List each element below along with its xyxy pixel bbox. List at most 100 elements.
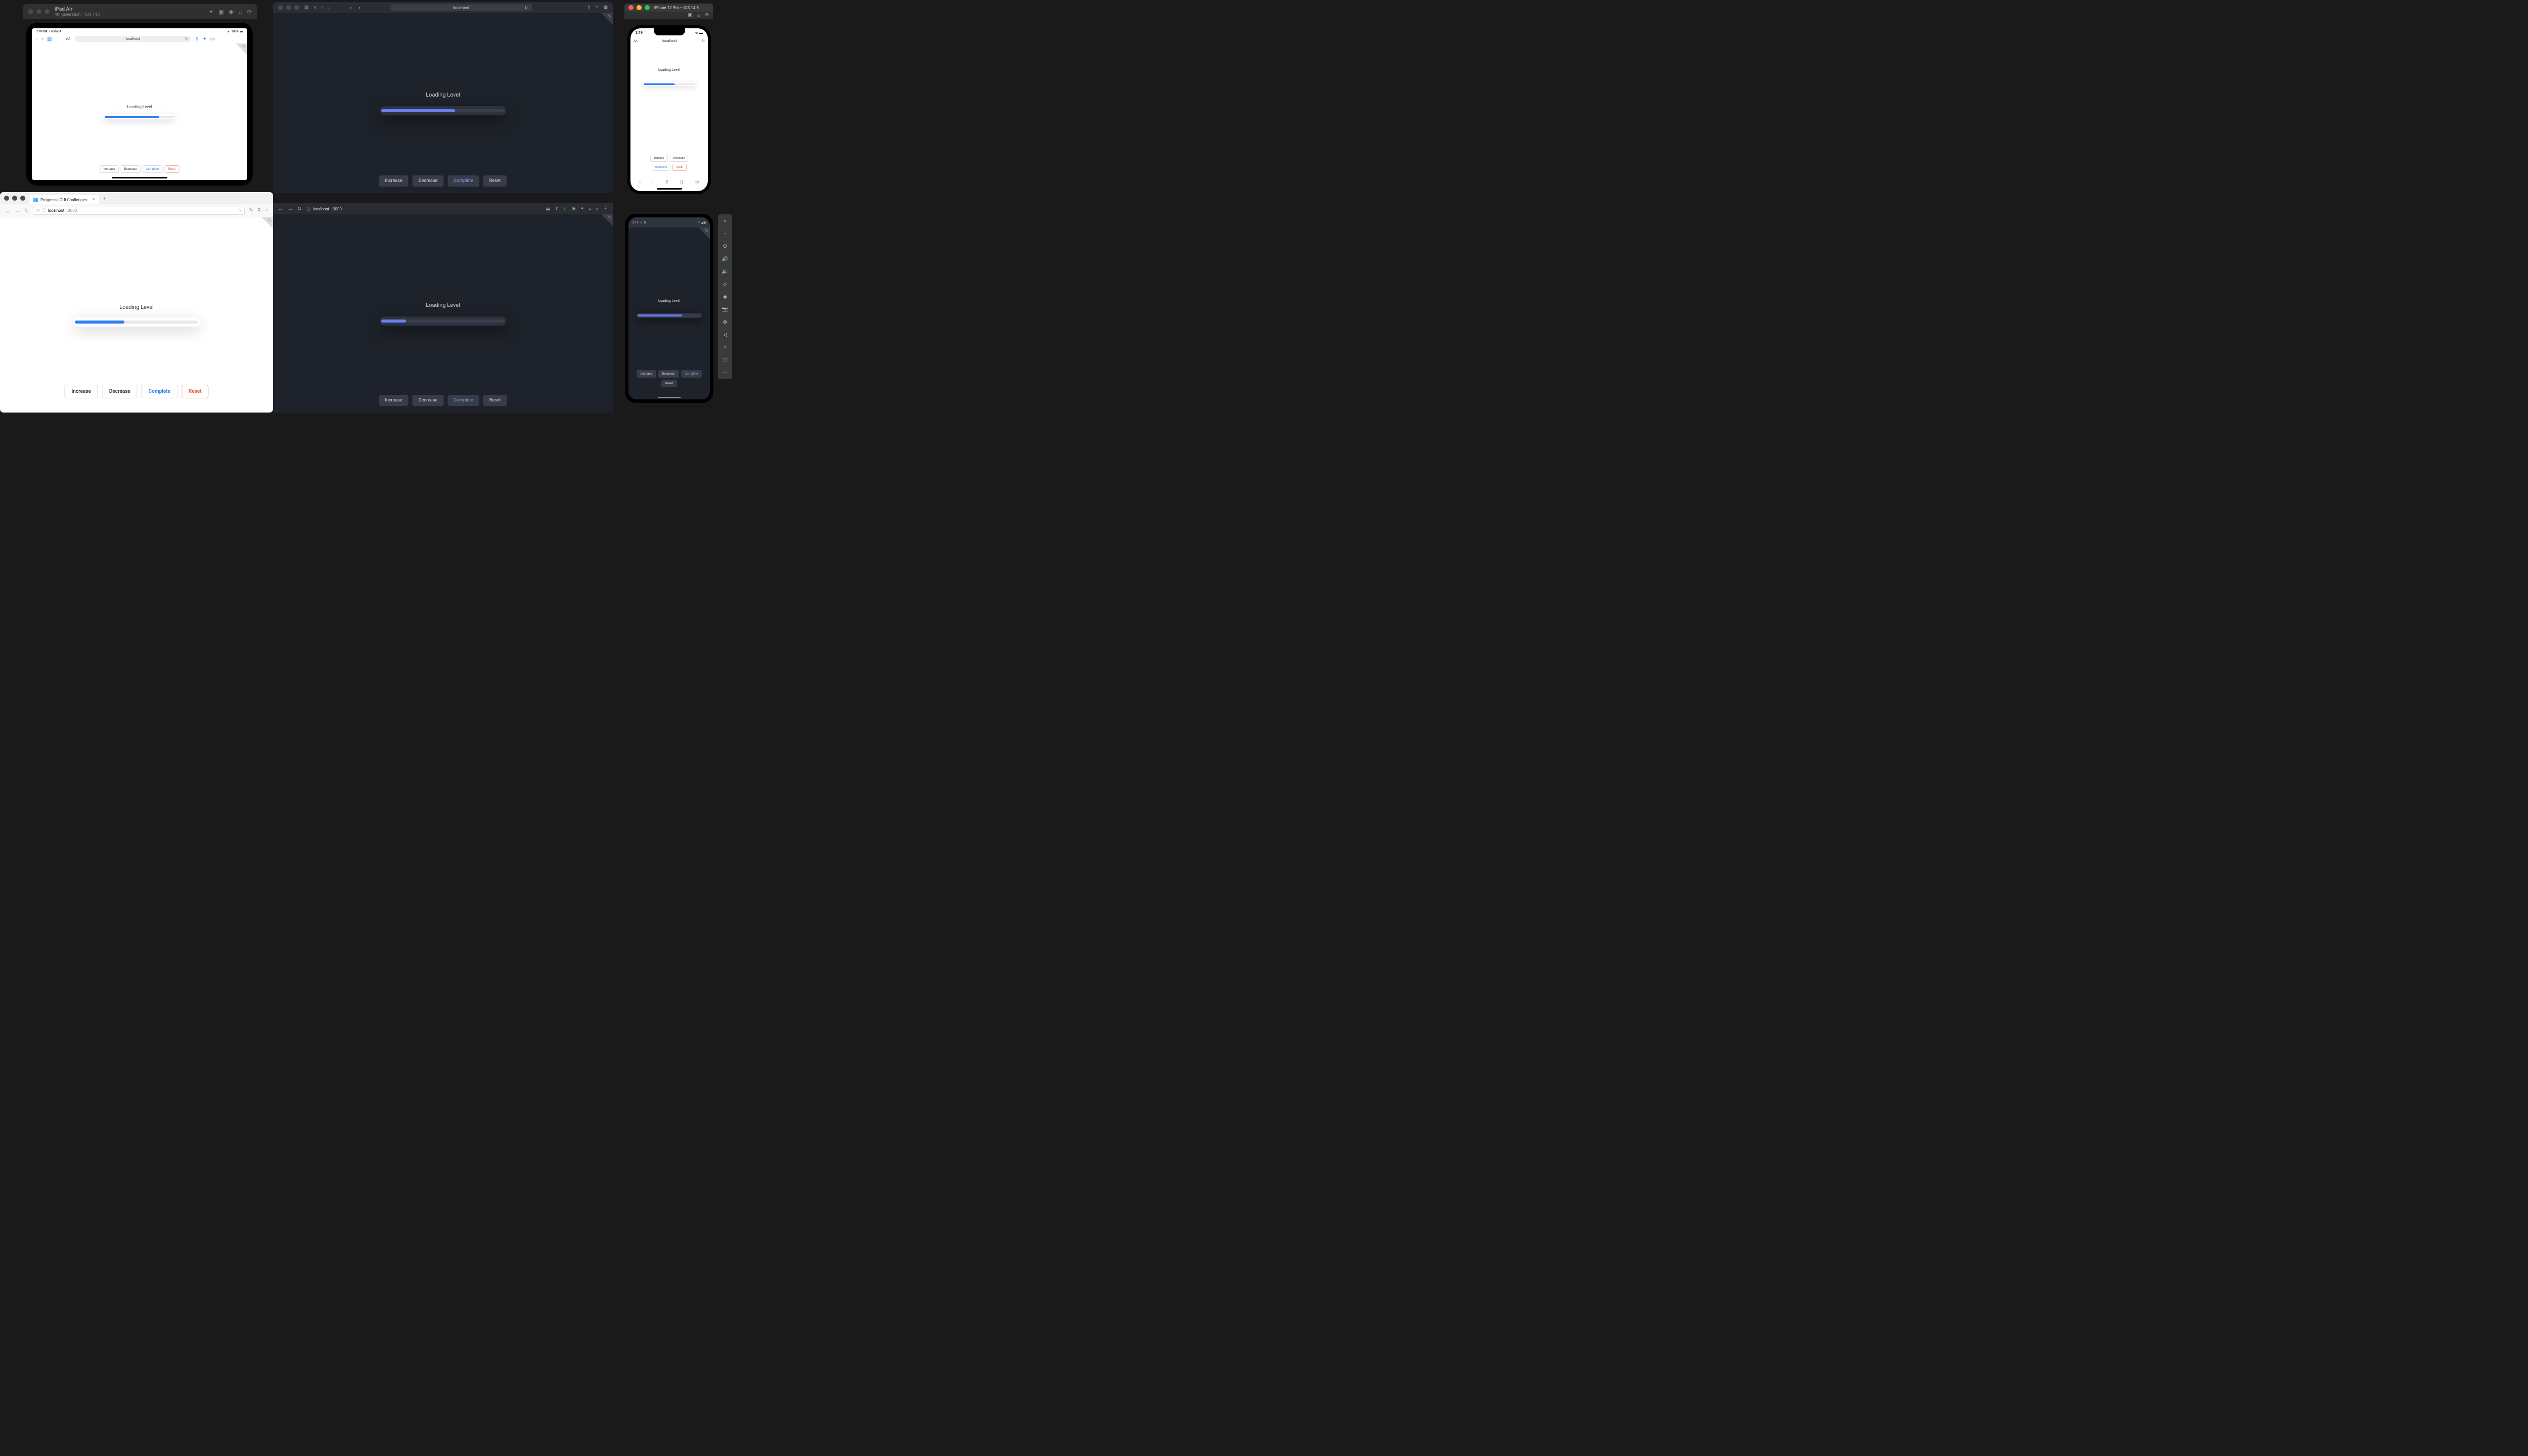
reset-button[interactable]: Reset (182, 385, 209, 398)
bookmarks-icon[interactable]: ▯ (681, 179, 684, 185)
reader-aa-icon[interactable]: AA (66, 37, 70, 41)
volume-down-icon[interactable]: 🔉 (721, 268, 729, 275)
window-traffic-lights[interactable] (628, 5, 650, 10)
reset-button[interactable]: Reset (483, 175, 507, 187)
decrease-button[interactable]: Decrease (120, 165, 140, 173)
share-icon[interactable]: ⇪ (665, 179, 669, 185)
camera-icon[interactable]: 📷 (721, 306, 729, 313)
url-field[interactable]: localhost ↻ (390, 4, 532, 11)
back-icon[interactable]: ‹ (36, 36, 37, 42)
increase-button[interactable]: Increase (637, 370, 656, 378)
power-icon[interactable]: ⏻ (721, 243, 729, 250)
screenshot-icon[interactable]: ▣ (688, 13, 693, 18)
decrease-button[interactable]: Decrease (413, 395, 443, 406)
extension-icon[interactable]: ⚲ (257, 208, 261, 213)
minimize-icon[interactable]: – (721, 230, 729, 237)
new-tab-icon[interactable]: + (103, 195, 107, 202)
back-icon[interactable]: ← (278, 206, 283, 212)
reload-icon[interactable]: ↻ (297, 206, 301, 212)
back-icon[interactable]: ‹ (322, 5, 323, 11)
complete-button[interactable]: Complete (681, 370, 702, 378)
forward-icon[interactable]: › (41, 36, 43, 42)
rotate-icon[interactable]: ⟳ (247, 9, 252, 15)
reload-icon[interactable]: ↻ (185, 37, 188, 41)
decrease-button[interactable]: Decrease (102, 385, 138, 398)
sidebar-icon[interactable]: ▥ (47, 36, 52, 42)
home-icon[interactable]: ⌂ (697, 13, 700, 18)
forward-icon[interactable]: → (15, 207, 20, 214)
sparkle-icon[interactable]: ✦ (209, 9, 213, 15)
home-indicator[interactable] (112, 177, 167, 178)
dev-corner-tag[interactable] (597, 214, 613, 231)
extension-icon[interactable]: ◉ (572, 206, 576, 211)
sidebar-icon[interactable]: ▥ (304, 5, 309, 10)
reader-aa-icon[interactable]: AA (634, 39, 638, 43)
url-text[interactable]: localhost (641, 39, 699, 43)
info-icon[interactable]: ⓘ (306, 206, 310, 212)
bookmark-star-icon[interactable]: ☆ (563, 206, 567, 211)
overview-icon[interactable]: □ (721, 356, 729, 363)
reset-button[interactable]: Reset (661, 380, 677, 387)
profile-icon[interactable]: ◐ (596, 206, 599, 212)
reset-button[interactable]: Reset (672, 164, 687, 171)
share-icon[interactable]: ⇪ (195, 36, 199, 42)
shield-icon[interactable]: ◐ (350, 5, 352, 11)
rotate-left-icon[interactable]: ◇ (721, 281, 729, 288)
url-field[interactable]: localhost ↻ (75, 36, 191, 42)
url-field[interactable]: ⛨ 🗋 localhost:3000 ☆ (33, 207, 245, 215)
privacy-icon[interactable]: ◑ (357, 5, 360, 11)
home-icon[interactable]: ○ (721, 344, 729, 351)
complete-button[interactable]: Complete (142, 165, 162, 173)
reload-icon[interactable]: ↻ (524, 6, 528, 10)
new-tab-icon[interactable]: + (596, 5, 598, 10)
record-icon[interactable]: ◉ (229, 9, 234, 15)
nav-bar[interactable] (658, 397, 681, 398)
volume-up-icon[interactable]: 🔊 (721, 255, 729, 262)
increase-button[interactable]: Increase (64, 385, 98, 398)
share-icon[interactable]: ⇪ (587, 5, 591, 10)
more-icon[interactable]: ⋯ (721, 369, 729, 376)
increase-button[interactable]: Increase (379, 175, 409, 187)
shield-icon[interactable]: ⛨ (36, 208, 39, 213)
menu-icon[interactable]: ⋮ (603, 206, 608, 211)
menu-icon[interactable]: ≡ (265, 208, 268, 213)
dev-corner-tag[interactable] (257, 217, 273, 234)
window-traffic-lights[interactable] (278, 5, 299, 10)
complete-button[interactable]: Complete (142, 385, 177, 398)
install-icon[interactable]: ⬓ (546, 206, 551, 211)
window-traffic-lights[interactable] (28, 9, 50, 14)
rotate-icon[interactable]: ⟳ (705, 13, 709, 18)
dev-corner-tag[interactable] (231, 43, 247, 60)
reload-icon[interactable]: ↻ (24, 207, 29, 214)
decrease-button[interactable]: Decrease (413, 175, 443, 187)
back-icon[interactable]: ◁ (721, 331, 729, 338)
complete-button[interactable]: Complete (447, 395, 479, 406)
reload-icon[interactable]: ↻ (702, 39, 705, 43)
tabs-icon[interactable]: ▦ (603, 5, 608, 10)
tabs-icon[interactable]: ▭ (210, 36, 215, 42)
home-icon[interactable]: ⌂ (239, 9, 242, 15)
close-tab-icon[interactable]: × (93, 197, 95, 202)
share-icon[interactable]: ⇪ (555, 206, 559, 211)
increase-button[interactable]: Increase (379, 395, 409, 406)
increase-button[interactable]: Increase (650, 155, 668, 162)
back-icon[interactable]: ← (5, 207, 11, 214)
rotate-right-icon[interactable]: ◈ (721, 293, 729, 300)
decrease-button[interactable]: Decrease (670, 155, 689, 162)
chevron-down-icon[interactable]: ˅ (314, 5, 317, 11)
new-tab-icon[interactable]: + (203, 36, 206, 42)
url-field[interactable]: ⓘ localhost:3000 (306, 206, 541, 212)
eyedropper-icon[interactable]: ✎ (249, 208, 253, 213)
forward-icon[interactable]: → (288, 206, 293, 212)
window-traffic-lights[interactable] (4, 196, 25, 201)
reset-button[interactable]: Reset (483, 395, 507, 406)
forward-icon[interactable]: › (328, 5, 330, 11)
extensions-icon[interactable]: ✦ (580, 206, 584, 211)
complete-button[interactable]: Complete (447, 175, 479, 187)
back-icon[interactable]: ‹ (639, 179, 641, 185)
decrease-button[interactable]: Decrease (658, 370, 679, 378)
zoom-icon[interactable]: ⊕ (721, 318, 729, 326)
reading-list-icon[interactable]: ≡ (589, 206, 591, 212)
close-icon[interactable]: ✕ (721, 217, 729, 224)
browser-tab[interactable]: Progress | GUI Challenges × (29, 195, 99, 204)
